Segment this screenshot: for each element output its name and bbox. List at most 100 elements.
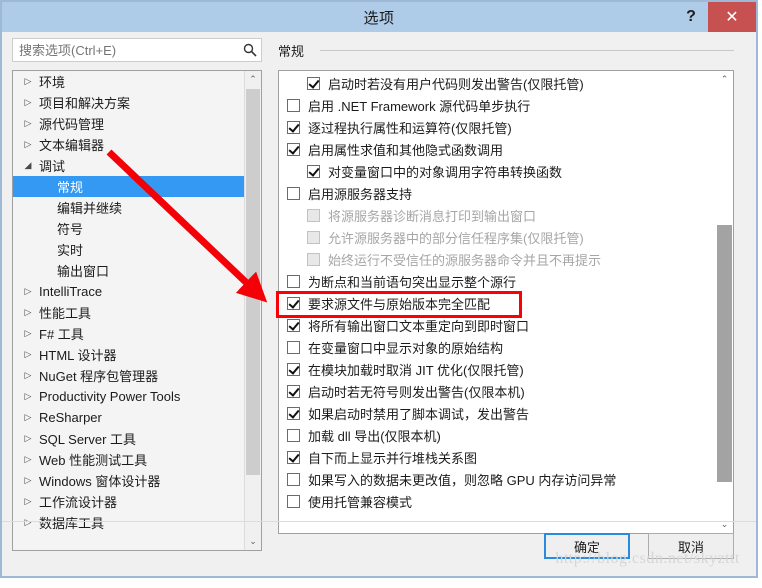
sidebar-item-label: 输出窗口 [57,264,110,279]
tree-collapsed-icon[interactable]: ▷ [19,454,37,465]
tree-scroll-up-icon[interactable]: ⌃ [245,71,261,88]
option-row-9[interactable]: 为断点和当前语句突出显示整个源行 [279,270,716,292]
option-row-15[interactable]: 如果启动时禁用了脚本调试，发出警告 [279,402,716,424]
checkbox-icon[interactable] [287,296,300,310]
checkbox-icon[interactable] [287,472,300,486]
tree-collapsed-icon[interactable]: ▷ [19,328,37,339]
checkbox-icon[interactable] [287,384,300,398]
screenshot-root: 选项 ? ✕ 常规 [0,0,762,588]
checkbox-icon[interactable] [287,406,300,420]
sidebar-item-11[interactable]: ▷ 性能工具 [13,302,244,323]
option-label: 允许源服务器中的部分信任程序集(仅限托管) [328,230,584,246]
sidebar-item-8[interactable]: 实时 [13,239,244,260]
tree-collapsed-icon[interactable]: ▷ [19,391,37,402]
option-row-4[interactable]: 对变量窗口中的对象调用字符串转换函数 [279,160,716,182]
checkbox-icon[interactable] [287,494,300,508]
option-label: 使用托管兼容模式 [308,494,413,510]
checkbox-icon[interactable] [287,98,300,112]
sidebar-item-label: NuGet 程序包管理器 [39,369,159,384]
sidebar-item-4[interactable]: ◢ 调试 [13,155,244,176]
tree-scroll-thumb[interactable] [246,89,260,475]
sidebar-item-13[interactable]: ▷ HTML 设计器 [13,344,244,365]
option-row-0[interactable]: 启动时若没有用户代码则发出警告(仅限托管) [279,72,716,94]
sidebar-item-3[interactable]: ▷ 文本编辑器 [13,134,244,155]
checkbox-icon[interactable] [287,428,300,442]
checkbox-icon[interactable] [287,362,300,376]
sidebar-item-14[interactable]: ▷ NuGet 程序包管理器 [13,365,244,386]
tree-collapsed-icon[interactable]: ▷ [19,412,37,423]
tree-collapsed-icon[interactable]: ▷ [19,76,37,87]
sidebar-item-17[interactable]: ▷ SQL Server 工具 [13,428,244,449]
tree-expanded-icon[interactable]: ◢ [19,160,37,171]
options-list-items: 启动时若没有用户代码则发出警告(仅限托管) 启用 .NET Framework 源… [279,71,716,533]
option-row-14[interactable]: 启动时若无符号则发出警告(仅限本机) [279,380,716,402]
sidebar-item-label: 常规 [57,180,84,195]
sidebar-item-15[interactable]: ▷ Productivity Power Tools [13,386,244,407]
checkbox-icon[interactable] [307,164,320,178]
close-button[interactable]: ✕ [708,2,756,32]
category-tree-list: ▷ 环境 ▷ 项目和解决方案 ▷ 源代码管理 ▷ 文本编辑器 ◢ 调试常规编辑并继续 符号 实时输出窗… [13,71,244,550]
help-button[interactable]: ? [674,2,708,32]
tree-collapsed-icon[interactable]: ▷ [19,433,37,444]
sidebar-item-label: F# 工具 [39,327,84,342]
tree-scrollbar[interactable]: ⌃ ⌄ [244,71,261,550]
option-label: 启动时若无符号则发出警告(仅限本机) [308,384,525,400]
option-row-17[interactable]: 自下而上显示并行堆栈关系图 [279,446,716,468]
search-input[interactable] [13,42,239,58]
checkbox-icon[interactable] [287,450,300,464]
options-dialog: 选项 ? ✕ 常规 [0,0,758,578]
checkbox-icon[interactable] [287,142,300,156]
sidebar-item-6[interactable]: 编辑并继续 [13,197,244,218]
sidebar-item-10[interactable]: ▷ IntelliTrace [13,281,244,302]
options-scroll-up-icon[interactable]: ⌃ [716,71,733,88]
option-row-3[interactable]: 启用属性求值和其他隐式函数调用 [279,138,716,160]
option-row-18[interactable]: 如果写入的数据未更改值，则忽略 GPU 内存访问异常 [279,468,716,490]
sidebar-item-2[interactable]: ▷ 源代码管理 [13,113,244,134]
sidebar-item-9[interactable]: 输出窗口 [13,260,244,281]
sidebar-item-18[interactable]: ▷ Web 性能测试工具 [13,449,244,470]
category-tree[interactable]: ▷ 环境 ▷ 项目和解决方案 ▷ 源代码管理 ▷ 文本编辑器 ◢ 调试常规编辑并继续 符号 实时输出窗… [12,70,262,551]
sidebar-item-19[interactable]: ▷ Windows 窗体设计器 [13,470,244,491]
option-row-19[interactable]: 使用托管兼容模式 [279,490,716,512]
search-icon [239,43,261,57]
checkbox-icon[interactable] [287,318,300,332]
option-row-5[interactable]: 启用源服务器支持 [279,182,716,204]
sidebar-item-1[interactable]: ▷ 项目和解决方案 [13,92,244,113]
sidebar-item-12[interactable]: ▷ F# 工具 [13,323,244,344]
sidebar-item-5[interactable]: 常规 [13,176,244,197]
tree-collapsed-icon[interactable]: ▷ [19,370,37,381]
option-row-2[interactable]: 逐过程执行属性和运算符(仅限托管) [279,116,716,138]
sidebar-item-20[interactable]: ▷ 工作流设计器 [13,491,244,512]
checkbox-icon[interactable] [287,340,300,354]
options-scrollbar[interactable]: ⌃ ⌄ [716,71,733,533]
tree-collapsed-icon[interactable]: ▷ [19,496,37,507]
option-row-13[interactable]: 在模块加载时取消 JIT 优化(仅限托管) [279,358,716,380]
tree-collapsed-icon[interactable]: ▷ [19,307,37,318]
checkbox-icon[interactable] [287,186,300,200]
checkbox-icon[interactable] [287,120,300,134]
tree-collapsed-icon[interactable]: ▷ [19,118,37,129]
option-row-11[interactable]: 将所有输出窗口文本重定向到即时窗口 [279,314,716,336]
option-label: 自下而上显示并行堆栈关系图 [308,450,478,466]
search-box[interactable] [12,38,262,62]
tree-collapsed-icon[interactable]: ▷ [19,349,37,360]
options-list[interactable]: 启动时若没有用户代码则发出警告(仅限托管) 启用 .NET Framework 源… [278,70,734,534]
checkbox-icon[interactable] [287,274,300,288]
option-row-8: 始终运行不受信任的源服务器命令并且不再提示 [279,248,716,270]
window-title: 选项 [363,9,395,27]
option-row-1[interactable]: 启用 .NET Framework 源代码单步执行 [279,94,716,116]
options-scroll-thumb[interactable] [717,225,732,482]
tree-collapsed-icon[interactable]: ▷ [19,139,37,150]
option-row-16[interactable]: 加载 dll 导出(仅限本机) [279,424,716,446]
tree-collapsed-icon[interactable]: ▷ [19,475,37,486]
sidebar-item-0[interactable]: ▷ 环境 [13,71,244,92]
section-title: 常规 [278,43,305,59]
sidebar-item-7[interactable]: 符号 [13,218,244,239]
tree-collapsed-icon[interactable]: ▷ [19,286,37,297]
tree-collapsed-icon[interactable]: ▷ [19,97,37,108]
option-row-10[interactable]: 要求源文件与原始版本完全匹配 [279,292,716,314]
option-row-12[interactable]: 在变量窗口中显示对象的原始结构 [279,336,716,358]
checkbox-icon[interactable] [307,76,320,90]
option-label: 如果写入的数据未更改值，则忽略 GPU 内存访问异常 [308,472,617,488]
sidebar-item-16[interactable]: ▷ ReSharper [13,407,244,428]
